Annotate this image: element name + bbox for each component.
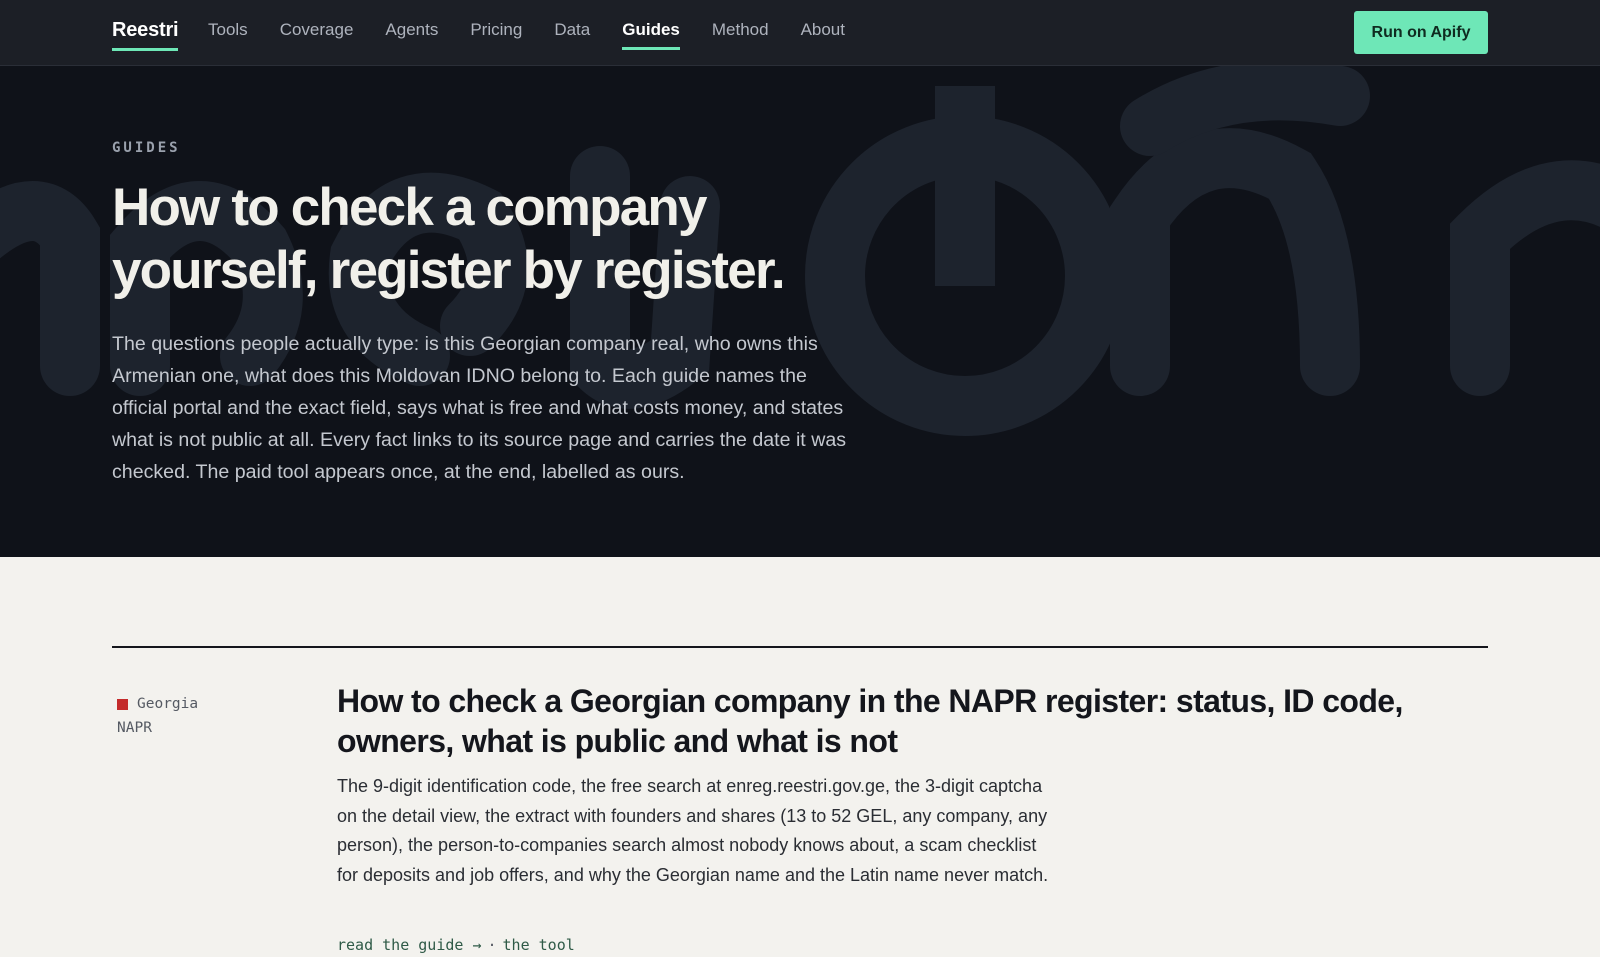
guide-registry-label: NAPR xyxy=(117,720,152,736)
nav-item-guides[interactable]: Guides xyxy=(622,20,680,50)
guide-links: read the guide → · the tool xyxy=(337,936,575,954)
page-title-line-2: yourself, register by register. xyxy=(112,241,786,300)
page-title-line-1: How to check a company xyxy=(112,178,707,237)
tool-link[interactable]: the tool xyxy=(503,936,575,954)
main-nav: Tools Coverage Agents Pricing Data Guide… xyxy=(208,20,877,50)
hero-eyebrow: GUIDES xyxy=(112,140,181,156)
section-divider xyxy=(112,646,1488,648)
run-on-apify-button[interactable]: Run on Apify xyxy=(1354,11,1488,54)
guide-title[interactable]: How to check a Georgian company in the N… xyxy=(337,681,1467,761)
top-navigation-bar: Reestri Tools Coverage Agents Pricing Da… xyxy=(0,0,1600,66)
nav-item-tools[interactable]: Tools xyxy=(208,20,248,50)
hero-lead-paragraph: The questions people actually type: is t… xyxy=(112,333,847,483)
country-marker-icon xyxy=(117,698,128,710)
guide-country: Georgia xyxy=(117,692,198,716)
nav-item-agents[interactable]: Agents xyxy=(385,20,438,50)
page-title: How to check a company yourself, registe… xyxy=(112,176,912,302)
hero-section: GUIDES How to check a company yourself, … xyxy=(0,66,1600,557)
guide-description: The 9-digit identification code, the fre… xyxy=(337,776,1049,885)
guide-meta: Georgia NAPR xyxy=(117,692,198,740)
nav-item-method[interactable]: Method xyxy=(712,20,769,50)
nav-item-coverage[interactable]: Coverage xyxy=(280,20,354,50)
nav-item-about[interactable]: About xyxy=(801,20,845,50)
read-guide-link[interactable]: read the guide → xyxy=(337,936,482,954)
guide-country-label: Georgia xyxy=(137,696,199,712)
brand-logo-link[interactable]: Reestri xyxy=(112,19,179,51)
nav-item-pricing[interactable]: Pricing xyxy=(470,20,522,50)
link-separator: · xyxy=(487,936,497,954)
nav-item-data[interactable]: Data xyxy=(554,20,590,50)
